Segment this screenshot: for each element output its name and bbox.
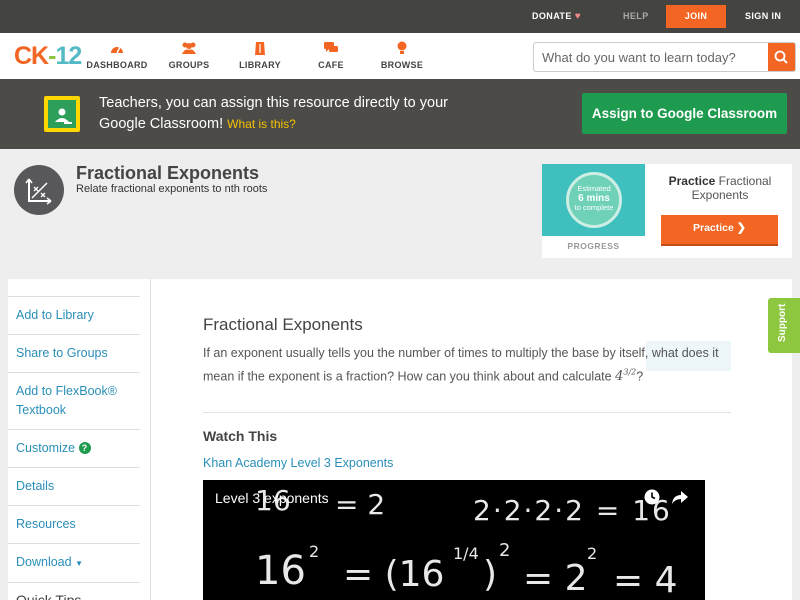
sign-in-link[interactable]: SIGN IN xyxy=(745,0,781,33)
quick-tips-heading[interactable]: Quick Tips xyxy=(8,582,140,600)
progress-label: PROGRESS xyxy=(567,241,620,251)
share-to-groups-link[interactable]: Share to Groups xyxy=(8,334,140,372)
search-icon xyxy=(774,50,788,64)
google-classroom-icon xyxy=(44,96,80,132)
resources-link[interactable]: Resources xyxy=(8,505,140,543)
library-icon xyxy=(225,41,295,57)
practice-title: Practice Fractional Exponents xyxy=(668,174,772,202)
nav-dashboard[interactable]: DASHBOARD xyxy=(82,41,152,70)
estimated-time-badge: Estimated 6 mins to complete xyxy=(566,172,622,228)
customize-link[interactable]: Customize ? xyxy=(8,429,140,467)
math-expression: 43/2 xyxy=(615,368,637,385)
search-box xyxy=(533,42,796,72)
watch-this-heading: Watch This xyxy=(203,428,278,444)
article-title: Fractional Exponents xyxy=(203,315,363,334)
concept-icon xyxy=(14,165,64,215)
what-is-this-link[interactable]: What is this? xyxy=(227,117,296,131)
progress-panel: Estimated 6 mins to complete PROGRESS xyxy=(542,164,645,258)
search-input[interactable] xyxy=(534,43,764,71)
divider xyxy=(203,412,731,413)
heart-icon: ♥ xyxy=(574,11,582,22)
share-icon[interactable] xyxy=(671,488,689,506)
top-bar: DONATE ♥ HELP JOIN SIGN IN xyxy=(0,0,800,33)
download-link[interactable]: Download ▼ xyxy=(8,543,140,582)
article-question: If an exponent usually tells you the num… xyxy=(203,346,719,385)
concept-title: Fractional Exponents xyxy=(76,163,260,183)
main-nav: CK-12 DASHBOARD GROUPS LIBRARY CAFE BROW… xyxy=(0,33,800,79)
support-tab[interactable]: Support xyxy=(768,298,800,353)
add-to-flexbook-link[interactable]: Add to FlexBook® Textbook xyxy=(8,372,140,429)
caret-down-icon: ▼ xyxy=(75,559,83,568)
watch-later-icon[interactable] xyxy=(643,488,661,506)
nav-groups[interactable]: GROUPS xyxy=(154,41,224,70)
details-link[interactable]: Details xyxy=(8,467,140,505)
groups-icon xyxy=(154,41,224,57)
help-icon[interactable]: ? xyxy=(78,442,91,454)
join-button[interactable]: JOIN xyxy=(666,5,726,28)
sidebar: Add to Library Share to Groups Add to Fl… xyxy=(8,296,140,600)
add-to-library-link[interactable]: Add to Library xyxy=(8,296,140,334)
assign-google-classroom-button[interactable]: Assign to Google Classroom xyxy=(582,93,787,134)
ck12-logo[interactable]: CK-12 xyxy=(14,42,82,71)
video-player[interactable]: 16 = 2 2·2·2·2 = 16 16 2 = (16 1/4 ) 2 =… xyxy=(203,480,705,600)
video-link[interactable]: Khan Academy Level 3 Exponents xyxy=(203,456,393,470)
cafe-icon xyxy=(296,41,366,57)
main-article: Fractional Exponents If an exponent usua… xyxy=(150,279,762,600)
practice-button[interactable]: Practice ❯ xyxy=(661,215,778,244)
donate-link[interactable]: DONATE ♥ xyxy=(532,0,581,33)
banner-message: Teachers, you can assign this resource d… xyxy=(99,95,448,132)
concept-subtitle: Relate fractional exponents to nth roots xyxy=(76,183,268,195)
nav-library[interactable]: LIBRARY xyxy=(225,41,295,70)
search-button[interactable] xyxy=(768,43,795,71)
chevron-right-icon: ❯ xyxy=(736,222,746,234)
help-link[interactable]: HELP xyxy=(623,0,649,33)
video-title: Level 3 exponents xyxy=(215,490,329,506)
nav-browse[interactable]: BROWSE xyxy=(367,41,437,70)
practice-card: Estimated 6 mins to complete PROGRESS Pr… xyxy=(542,164,792,258)
nav-cafe[interactable]: CAFE xyxy=(296,41,366,70)
dashboard-icon xyxy=(82,41,152,57)
browse-icon xyxy=(367,41,437,57)
